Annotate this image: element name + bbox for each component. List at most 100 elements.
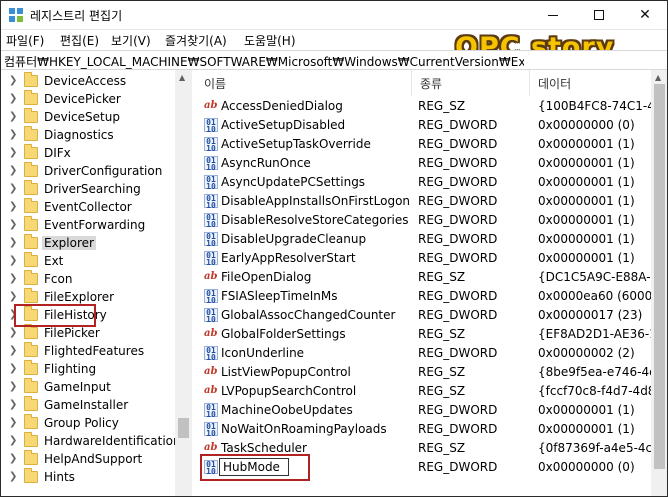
value-row[interactable]: 01 10 AsyncRunOnce REG_DWORD 0x00000001 (1) [196, 154, 668, 173]
tree-item[interactable]: ❯ Group Policy [0, 414, 175, 432]
value-name: FSIASleepTimeInMs [221, 289, 338, 303]
chevron-right-icon[interactable]: ❯ [9, 273, 17, 284]
menu-file[interactable]: 파일(F) [6, 32, 44, 49]
tree-item-explorer[interactable]: ❯ Explorer [0, 234, 175, 252]
column-header-data[interactable]: 데이터 [530, 70, 668, 96]
chevron-right-icon[interactable]: ❯ [9, 165, 17, 176]
value-type: REG_DWORD [418, 422, 498, 436]
folder-icon [24, 396, 38, 411]
chevron-right-icon[interactable]: ❯ [9, 453, 17, 464]
chevron-right-icon[interactable]: ❯ [9, 417, 17, 428]
tree-item[interactable]: ❯ DriverConfiguration [0, 162, 175, 180]
folder-icon [24, 234, 38, 249]
chevron-right-icon[interactable]: ❯ [9, 93, 17, 104]
tree-item[interactable]: ❯ DIFx [0, 144, 175, 162]
value-row[interactable]: 01 10 NoWaitOnRoamingPayloads REG_DWORD 0x00… [196, 420, 668, 439]
chevron-right-icon[interactable]: ❯ [9, 363, 17, 374]
value-row[interactable]: ab GlobalFolderSettings REG_SZ {EF8AD2D1-AE… [196, 325, 668, 344]
tree-item[interactable]: ❯ Flighting [0, 360, 175, 378]
tree-item[interactable]: ❯ GameInstaller [0, 396, 175, 414]
tree-item[interactable]: ❯ DeviceAccess [0, 72, 175, 90]
value-row[interactable]: 01 10 ActiveSetupDisabled REG_DWORD 0x000000… [196, 116, 668, 135]
menu-edit[interactable]: 편집(E) [60, 32, 99, 49]
chevron-right-icon[interactable]: ❯ [9, 219, 17, 230]
tree-scroll-thumb[interactable] [178, 418, 189, 438]
tree-scrollbar[interactable]: ▲ [175, 70, 192, 497]
value-row[interactable]: 01 10 FSIASleepTimeInMs REG_DWORD 0x0000ea60… [196, 287, 668, 306]
values-scroll-thumb[interactable] [654, 84, 665, 469]
binary-value-icon: 01 10 [204, 346, 218, 362]
chevron-right-icon[interactable]: ❯ [9, 111, 17, 122]
tree-item[interactable]: ❯ DriverSearching [0, 180, 175, 198]
value-row[interactable]: ab AccessDeniedDialog REG_SZ {100B4FC8-74C1… [196, 97, 668, 116]
binary-value-icon: 01 10 [204, 289, 218, 305]
chevron-right-icon[interactable]: ❯ [9, 399, 17, 410]
value-name: ActiveSetupTaskOverride [221, 137, 371, 151]
value-row[interactable]: 01 10 GlobalAssocChangedCounter REG_DWORD 0x… [196, 306, 668, 325]
chevron-right-icon[interactable]: ❯ [9, 291, 17, 302]
chevron-right-icon[interactable]: ❯ [9, 183, 17, 194]
values-scrollbar[interactable]: ▲ [651, 70, 668, 497]
value-type: REG_SZ [418, 441, 466, 455]
address-bar[interactable]: 컴퓨터₩HKEY_LOCAL_MACHINE₩SOFTWARE₩Microsof… [0, 50, 668, 70]
minimize-button[interactable] [530, 0, 576, 30]
chevron-right-icon[interactable]: ❯ [9, 327, 17, 338]
tree-item-label: Group Policy [44, 416, 119, 430]
chevron-right-icon[interactable]: ❯ [9, 435, 17, 446]
value-row[interactable]: 01 10 ActiveSetupTaskOverride REG_DWORD 0x00… [196, 135, 668, 154]
value-name: FileOpenDialog [221, 270, 312, 284]
value-row[interactable]: 01 10 DisableResolveStoreCategories REG_DWO… [196, 211, 668, 230]
value-row[interactable]: 01 10 DisableAppInstallsOnFirstLogon REG_DW… [196, 192, 668, 211]
chevron-right-icon[interactable]: ❯ [9, 201, 17, 212]
tree-item[interactable]: ❯ Diagnostics [0, 126, 175, 144]
tree-item[interactable]: ❯ Hints [0, 468, 175, 486]
key-tree[interactable]: ❯ DeviceAccess ❯ DevicePicker ❯ DeviceSetup… [0, 70, 192, 497]
value-type: REG_DWORD [418, 460, 498, 474]
maximize-button[interactable] [576, 0, 622, 30]
column-header-type[interactable]: 종류 [412, 70, 530, 96]
value-row[interactable]: ab ListViewPopupControl REG_SZ {8be9f5ea-e7… [196, 363, 668, 382]
menu-favorites[interactable]: 즐겨찾기(A) [165, 32, 227, 49]
value-row[interactable]: 01 10 EarlyAppResolverStart REG_DWORD 0x0000… [196, 249, 668, 268]
chevron-right-icon[interactable]: ❯ [9, 345, 17, 356]
tree-item[interactable]: ❯ Fcon [0, 270, 175, 288]
ab-string-icon: ab [204, 385, 218, 396]
chevron-right-icon[interactable]: ❯ [9, 129, 17, 140]
scroll-up-icon[interactable]: ▲ [179, 73, 185, 82]
chevron-right-icon[interactable]: ❯ [9, 381, 17, 392]
binary-value-icon: 01 10 [204, 213, 218, 229]
chevron-right-icon[interactable]: ❯ [9, 471, 17, 482]
value-row[interactable]: ab FileOpenDialog REG_SZ {DC1C5A9C-E88A-4 [196, 268, 668, 287]
value-row[interactable]: ab LVPopupSearchControl REG_SZ {fccf70c8-f4… [196, 382, 668, 401]
value-data: 0x00000001 (1) [538, 422, 635, 436]
chevron-right-icon[interactable]: ❯ [9, 75, 17, 86]
tree-item[interactable]: ❯ Ext [0, 252, 175, 270]
menu-help[interactable]: 도움말(H) [244, 32, 296, 49]
value-type: REG_SZ [418, 384, 466, 398]
close-icon: ✕ [639, 7, 651, 23]
tree-item[interactable]: ❯ HelpAndSupport [0, 450, 175, 468]
value-row[interactable]: 01 10 DisableUpgradeCleanup REG_DWORD 0x0000… [196, 230, 668, 249]
scroll-up-icon[interactable]: ▲ [655, 73, 661, 82]
tree-item[interactable]: ❯ DevicePicker [0, 90, 175, 108]
tree-item[interactable]: ❯ GameInput [0, 378, 175, 396]
chevron-right-icon[interactable]: ❯ [9, 237, 17, 248]
chevron-right-icon[interactable]: ❯ [9, 147, 17, 158]
close-button[interactable]: ✕ [622, 0, 668, 30]
chevron-right-icon[interactable]: ❯ [9, 255, 17, 266]
tree-item[interactable]: ❯ FlightedFeatures [0, 342, 175, 360]
values-list[interactable]: 이름 종류 데이터 ab AccessDeniedDialog REG_SZ {100… [196, 70, 668, 497]
address-path[interactable]: 컴퓨터₩HKEY_LOCAL_MACHINE₩SOFTWARE₩Microsof… [4, 53, 524, 70]
folder-icon [24, 414, 38, 429]
value-data: {100B4FC8-74C1-47 [538, 99, 663, 113]
tree-item[interactable]: ❯ EventCollector [0, 198, 175, 216]
value-row[interactable]: 01 10 MachineOobeUpdates REG_DWORD 0x0000000… [196, 401, 668, 420]
value-row[interactable]: 01 10 IconUnderline REG_DWORD 0x00000002 (2) [196, 344, 668, 363]
value-row[interactable]: 01 10 AsyncUpdatePCSettings REG_DWORD 0x0000… [196, 173, 668, 192]
tree-item[interactable]: ❯ HardwareIdentification [0, 432, 181, 450]
tree-item[interactable]: ❯ EventForwarding [0, 216, 175, 234]
tree-item[interactable]: ❯ DeviceSetup [0, 108, 175, 126]
column-header-name[interactable]: 이름 [196, 70, 412, 96]
menu-view[interactable]: 보기(V) [111, 32, 151, 49]
folder-icon [24, 198, 38, 213]
